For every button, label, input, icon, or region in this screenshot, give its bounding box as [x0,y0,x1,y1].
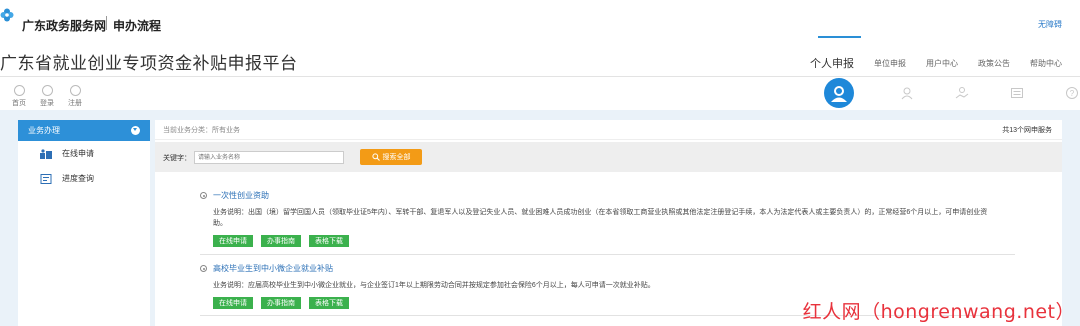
tab-user-center[interactable]: 用户中心 [926,58,958,69]
service-title-link[interactable]: 高校毕业生到中小微企业就业补贴 [200,263,1020,274]
header-divider [0,76,1080,77]
sidebar: 业务办理 在线申请 进度查询 [18,120,150,326]
help-icon[interactable]: ? [1065,86,1079,100]
main-panel: 当前业务分类：所有业务 共13个网申服务 关键字： 搜索全部 一次性创业资助 业… [155,120,1062,326]
list-icon[interactable] [1010,86,1024,100]
title-divider [106,16,107,30]
platform-title: 广东省就业创业专项资金补贴申报平台 [0,54,298,73]
form-download-button[interactable]: 表格下载 [309,297,349,309]
tab-policy[interactable]: 政策公告 [978,58,1010,69]
tab-unit-apply[interactable]: 单位申报 [874,58,906,69]
top-bar: 广东政务服务网 申办流程 无障碍 [0,0,1080,42]
apply-online-button[interactable]: 在线申请 [213,297,253,309]
service-actions: 在线申请 办事指南 表格下载 [200,235,1020,247]
sidebar-item-label: 进度查询 [62,174,94,183]
service-description: 业务说明：出国（境）留学回国人员（领取毕业证5年内）、军转干部、复退军人以及登记… [213,209,988,227]
service-title-link[interactable]: 一次性创业资助 [200,190,1020,201]
bullet-icon [200,192,207,199]
bullet-icon [200,265,207,272]
user-icon-row: ? [824,78,1079,108]
site-name[interactable]: 广东政务服务网 [22,17,106,34]
keyword-label: 关键字： [163,155,191,162]
breadcrumb: 当前业务分类：所有业务 [163,126,240,134]
home-icon [13,85,25,96]
apply-online-button[interactable]: 在线申请 [213,235,253,247]
sidebar-header[interactable]: 业务办理 [18,120,150,141]
nav-home[interactable]: 首页 [5,85,33,108]
service-description: 业务说明：应届高校毕业生到中小微企业就业，与企业签订1年以上期限劳动合同并按规定… [213,282,655,289]
query-icon [40,173,52,184]
form-download-button[interactable]: 表格下载 [309,235,349,247]
keyword-input[interactable] [194,151,344,164]
login-icon [41,85,53,96]
search-all-button[interactable]: 搜索全部 [360,149,422,165]
register-icon [69,85,81,96]
sidebar-item-progress-query[interactable]: 进度查询 [18,166,150,191]
nav-login[interactable]: 登录 [33,85,61,108]
tab-personal-apply[interactable]: 个人申报 [810,55,854,71]
nav-register[interactable]: 注册 [61,85,89,108]
apply-icon [40,148,52,159]
sidebar-item-apply-online[interactable]: 在线申请 [18,141,150,166]
guide-button[interactable]: 办事指南 [261,235,301,247]
nav-register-label: 注册 [68,100,82,107]
accessibility-link[interactable]: 无障碍 [1038,19,1062,30]
breadcrumb-bar: 当前业务分类：所有业务 共13个网申服务 [155,120,1062,140]
service-item: 一次性创业资助 业务说明：出国（境）留学回国人员（领取毕业证5年内）、军转干部、… [200,190,1020,247]
service-title: 高校毕业生到中小微企业就业补贴 [213,264,333,273]
person-avatar-icon[interactable] [824,78,854,108]
guide-button[interactable]: 办事指南 [261,297,301,309]
active-tab-indicator [818,36,861,38]
svg-text:?: ? [1070,89,1075,98]
search-bar: 关键字： 搜索全部 [155,142,1062,172]
service-divider [200,254,1015,255]
sidebar-title: 业务办理 [28,126,60,135]
service-count: 共13个网申服务 [1002,126,1052,134]
search-all-label: 搜索全部 [382,154,411,161]
search-icon [371,153,380,161]
tab-help[interactable]: 帮助中心 [1030,58,1062,69]
service-title: 一次性创业资助 [213,191,269,200]
flower-logo-icon [0,8,14,22]
nav-home-label: 首页 [12,100,26,107]
watermark: 红人网（hongrenwang.net） [802,301,1075,323]
user-icon[interactable] [900,86,914,100]
mini-nav: 首页 登录 注册 [5,85,89,108]
nav-login-label: 登录 [40,100,54,107]
chevron-down-icon [131,126,140,135]
sidebar-item-label: 在线申请 [62,149,94,158]
handshake-icon[interactable] [955,86,969,100]
flow-name: 申办流程 [113,19,162,33]
main-tabs: 个人申报 单位申报 用户中心 政策公告 帮助中心 [790,53,1062,71]
